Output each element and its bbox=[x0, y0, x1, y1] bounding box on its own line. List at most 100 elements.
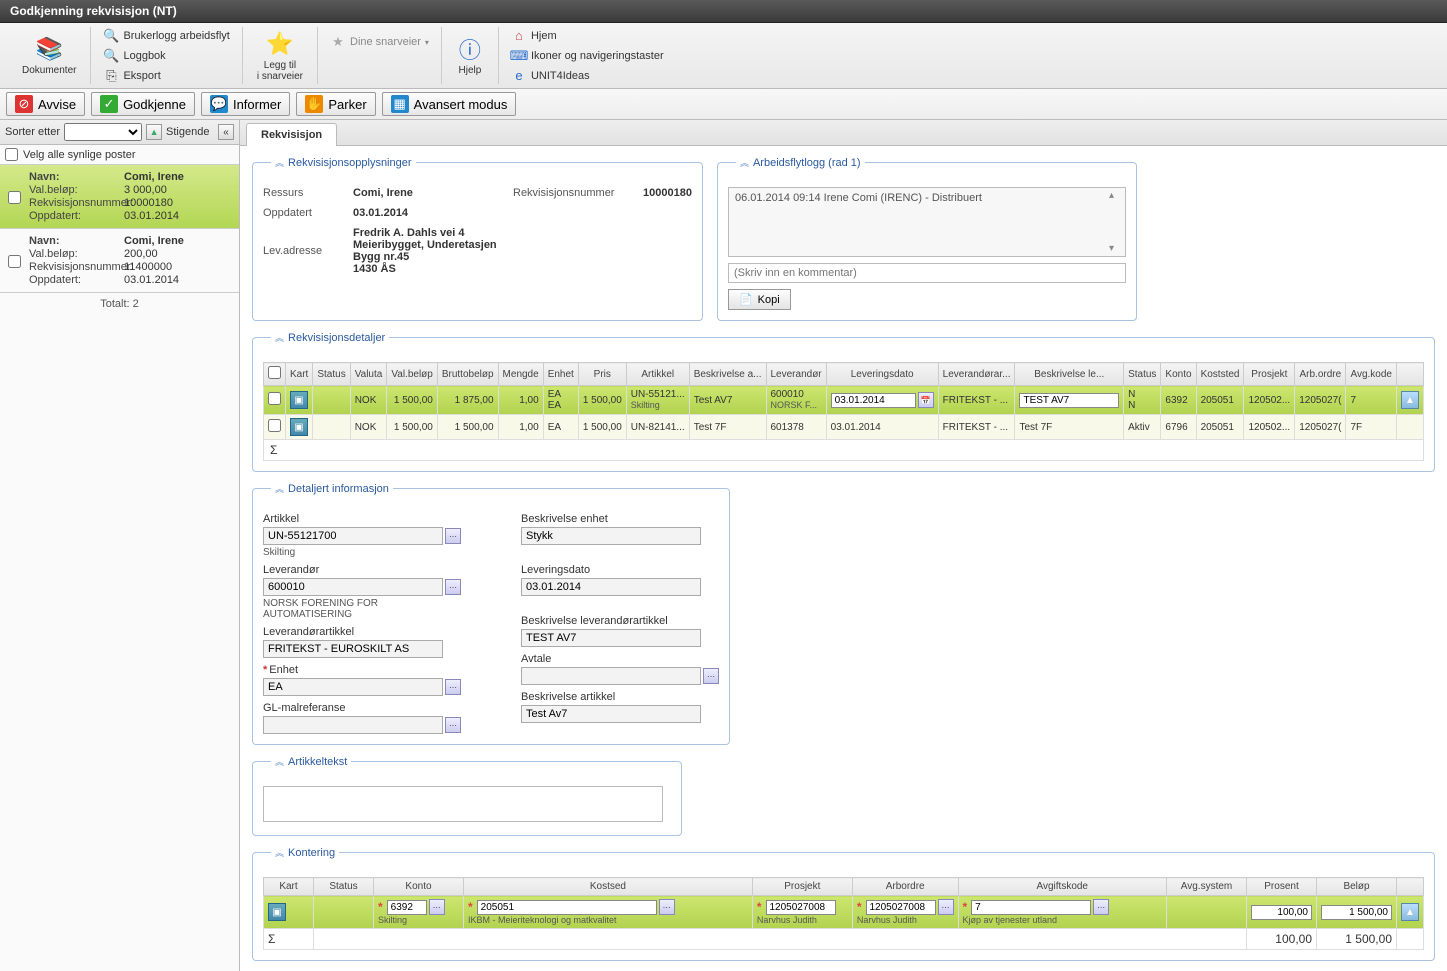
enhet-label: *Enhet bbox=[263, 664, 461, 676]
hjelp-button[interactable]: ⓘ Hjelp bbox=[450, 33, 490, 78]
sort-bar: Sorter etter ▲ Stigende « bbox=[0, 120, 239, 145]
informer-button[interactable]: 💬Informer bbox=[201, 92, 290, 116]
sidebar-collapse-button[interactable]: « bbox=[218, 124, 234, 140]
leggtil-snarveier-button[interactable]: ⭐ Legg til i snarveier bbox=[251, 28, 309, 84]
search-icon: 🔍 bbox=[103, 48, 119, 64]
collapse-icon[interactable]: ︽ bbox=[275, 755, 284, 768]
beenh-input[interactable] bbox=[521, 527, 701, 545]
panel-detaljer: ︽Rekvisisjonsdetaljer Kart Status Valuta… bbox=[252, 331, 1435, 472]
total-count: Totalt: 2 bbox=[0, 293, 239, 315]
books-icon: 📚 bbox=[35, 35, 63, 63]
parker-button[interactable]: ✋Parker bbox=[296, 92, 375, 116]
kopi-button[interactable]: 📄Kopi bbox=[728, 289, 791, 310]
collapse-icon[interactable]: ︽ bbox=[275, 846, 284, 859]
collapse-icon[interactable]: ︽ bbox=[275, 331, 284, 344]
select-all-checkbox[interactable] bbox=[5, 148, 18, 161]
dine-snarveier-dropdown[interactable]: ★ Dine snarveier ▾ bbox=[326, 33, 433, 51]
avansert-modus-button[interactable]: ▦Avansert modus bbox=[382, 92, 517, 116]
table-row[interactable]: ▣ NOK 1 500,00 1 875,00 1,00 EAEA 1 500,… bbox=[264, 386, 1424, 415]
row-action-icon[interactable]: ▲ bbox=[1401, 903, 1419, 921]
loggbok-link[interactable]: 🔍Loggbok bbox=[99, 47, 233, 65]
list-item[interactable]: Navn:Comi, Irene Val.beløp:200,00 Rekvis… bbox=[0, 229, 239, 293]
leveringsdato-input[interactable] bbox=[831, 393, 916, 408]
map-icon[interactable]: ▣ bbox=[290, 418, 308, 436]
sidebar: Sorter etter ▲ Stigende « Velg alle synl… bbox=[0, 120, 240, 971]
detaljer-table: Kart Status Valuta Val.beløp Bruttobeløp… bbox=[263, 362, 1424, 461]
table-row[interactable]: ▣ NOK 1 500,00 1 500,00 1,00 EA 1 500,00… bbox=[264, 415, 1424, 440]
lookup-icon[interactable]: ⋯ bbox=[659, 899, 675, 915]
godkjenne-button[interactable]: ✓Godkjenne bbox=[91, 92, 195, 116]
table-row[interactable]: ▣ *⋯Skilting *⋯IKBM - Meieriteknologi og… bbox=[264, 896, 1424, 929]
row-checkbox[interactable] bbox=[268, 392, 281, 405]
select-all-row[interactable]: Velg alle synlige poster bbox=[0, 145, 239, 165]
collapse-icon[interactable]: ︽ bbox=[275, 482, 284, 495]
sort-direction-label: Stigende bbox=[166, 126, 209, 138]
calendar-icon[interactable]: 📅 bbox=[918, 392, 934, 408]
star-icon: ★ bbox=[330, 34, 346, 50]
belevart-input[interactable] bbox=[521, 629, 701, 647]
levart-input[interactable] bbox=[263, 640, 443, 658]
artikkel-input[interactable] bbox=[263, 527, 443, 545]
keyboard-icon: ⌨ bbox=[511, 48, 527, 64]
export-icon: ⎘ bbox=[103, 68, 119, 84]
kostsed-input[interactable] bbox=[477, 900, 657, 915]
ikoner-link[interactable]: ⌨Ikoner og navigeringstaster bbox=[507, 47, 668, 65]
levdato-input[interactable] bbox=[521, 578, 701, 596]
artikkeltekst-textarea[interactable] bbox=[263, 786, 663, 822]
collapse-icon[interactable]: ︽ bbox=[740, 156, 749, 169]
unit4ideas-link[interactable]: eUNIT4Ideas bbox=[507, 67, 668, 85]
panel-artikkeltekst: ︽Artikkeltekst bbox=[252, 755, 682, 836]
sort-field-select[interactable] bbox=[64, 123, 142, 141]
lookup-icon[interactable]: ⋯ bbox=[445, 528, 461, 544]
brukerlogg-link[interactable]: 🔍Brukerlogg arbeidsflyt bbox=[99, 27, 233, 45]
scrollbar[interactable]: ▴▾ bbox=[1109, 190, 1123, 254]
beskrivelse-lev-input[interactable] bbox=[1019, 393, 1119, 408]
panel-kontering: ︽Kontering Kart Status Konto Kostsed Pro… bbox=[252, 846, 1435, 961]
konto-input[interactable] bbox=[387, 900, 427, 915]
lookup-icon[interactable]: ⋯ bbox=[938, 899, 954, 915]
panel-logg: ︽Arbeidsflytlogg (rad 1) 06.01.2014 09:1… bbox=[717, 156, 1137, 321]
comment-input[interactable] bbox=[728, 263, 1126, 283]
prosent-input[interactable] bbox=[1251, 905, 1312, 920]
item-checkbox[interactable] bbox=[8, 173, 21, 222]
arbordre-input[interactable] bbox=[866, 900, 936, 915]
lookup-icon[interactable]: ⋯ bbox=[445, 679, 461, 695]
header-checkbox[interactable] bbox=[268, 366, 281, 379]
prosjekt-input[interactable] bbox=[766, 900, 836, 915]
enhet-input[interactable] bbox=[263, 678, 443, 696]
copy-icon: 📄 bbox=[739, 293, 753, 306]
sum-row: Σ bbox=[264, 440, 1424, 461]
panel-detaljert: ︽Detaljert informasjon Artikkel⋯Skilting… bbox=[252, 482, 730, 745]
belop-input[interactable] bbox=[1321, 905, 1392, 920]
row-action-icon[interactable]: ▲ bbox=[1401, 391, 1419, 409]
park-icon: ✋ bbox=[305, 95, 323, 113]
collapse-icon[interactable]: ︽ bbox=[275, 156, 284, 169]
lookup-icon[interactable]: ⋯ bbox=[445, 717, 461, 733]
inform-icon: 💬 bbox=[210, 95, 228, 113]
lookup-icon[interactable]: ⋯ bbox=[445, 579, 461, 595]
search-icon: 🔍 bbox=[103, 28, 119, 44]
avgkode-input[interactable] bbox=[971, 900, 1091, 915]
glmal-input[interactable] bbox=[263, 716, 443, 734]
sort-direction-toggle[interactable]: ▲ bbox=[146, 124, 162, 140]
lookup-icon[interactable]: ⋯ bbox=[703, 668, 719, 684]
dokumenter-button[interactable]: 📚 Dokumenter bbox=[16, 33, 82, 78]
grid-icon: ▦ bbox=[391, 95, 409, 113]
row-checkbox[interactable] bbox=[268, 419, 281, 432]
avvise-button[interactable]: ⊘Avvise bbox=[6, 92, 85, 116]
item-checkbox[interactable] bbox=[8, 237, 21, 286]
list-item[interactable]: Navn:Comi, Irene Val.beløp:3 000,00 Rekv… bbox=[0, 165, 239, 229]
panel-opplysninger: ︽Rekvisisjonsopplysninger RessursComi, I… bbox=[252, 156, 703, 321]
avtale-input[interactable] bbox=[521, 667, 701, 685]
hjem-link[interactable]: ⌂Hjem bbox=[507, 27, 668, 45]
map-icon[interactable]: ▣ bbox=[290, 391, 308, 409]
lookup-icon[interactable]: ⋯ bbox=[429, 899, 445, 915]
leverandor-input[interactable] bbox=[263, 578, 443, 596]
map-icon[interactable]: ▣ bbox=[268, 903, 286, 921]
lookup-icon[interactable]: ⋯ bbox=[1093, 899, 1109, 915]
eksport-link[interactable]: ⎘Eksport bbox=[99, 67, 233, 85]
ie-icon: e bbox=[511, 68, 527, 84]
beart-input[interactable] bbox=[521, 705, 701, 723]
tab-rekvisisjon[interactable]: Rekvisisjon bbox=[246, 123, 337, 146]
ribbon: 📚 Dokumenter 🔍Brukerlogg arbeidsflyt 🔍Lo… bbox=[0, 23, 1447, 89]
